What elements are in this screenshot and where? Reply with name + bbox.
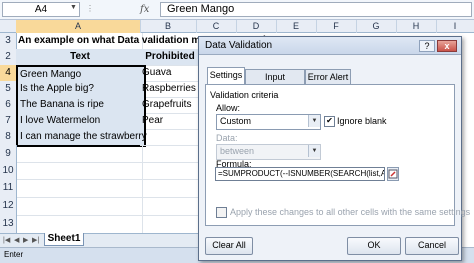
row-header-4[interactable]: 4 bbox=[0, 65, 17, 82]
cell-b4[interactable]: Guava bbox=[140, 65, 199, 82]
ignore-blank-label: Ignore blank bbox=[337, 116, 387, 126]
row-header-6[interactable]: 6 bbox=[0, 97, 17, 114]
previous-sheet-icon[interactable]: ◀ bbox=[14, 236, 19, 244]
cell-a7[interactable]: I love Watermelon bbox=[16, 113, 146, 130]
row-header-9[interactable]: 9 bbox=[0, 145, 17, 163]
cell-b13[interactable] bbox=[140, 215, 199, 234]
text-column-header[interactable]: Text bbox=[16, 49, 143, 66]
sheet-tab-sheet1[interactable]: Sheet1 bbox=[44, 233, 84, 246]
chevron-down-icon[interactable]: ▼ bbox=[308, 115, 320, 127]
row-header-5[interactable]: 5 bbox=[0, 81, 17, 98]
cell-b9[interactable] bbox=[140, 145, 199, 163]
cell-a9[interactable] bbox=[16, 145, 143, 163]
cancel-button[interactable]: Cancel bbox=[405, 237, 459, 255]
tab-error-alert[interactable]: Error Alert bbox=[305, 69, 351, 85]
data-validation-dialog: Data Validation ? x Settings Input Messa… bbox=[198, 36, 470, 261]
formula-input[interactable]: Green Mango bbox=[160, 2, 472, 17]
ignore-blank-checkbox[interactable]: ✔ bbox=[324, 116, 335, 127]
apply-all-label: Apply these changes to all other cells w… bbox=[230, 207, 471, 217]
dialog-title: Data Validation bbox=[205, 40, 273, 51]
column-header-h[interactable]: H bbox=[396, 20, 437, 33]
data-select[interactable]: between ▼ bbox=[216, 144, 321, 160]
status-mode: Enter bbox=[4, 250, 24, 259]
data-select-value: between bbox=[220, 146, 255, 156]
sheet-tab-bar: |◀ ◀ ▶ ▶| bbox=[0, 233, 200, 247]
sheet-title-cell[interactable]: An example on what Data validation must … bbox=[16, 33, 272, 50]
column-header-d[interactable]: D bbox=[236, 20, 277, 33]
cell-b12[interactable] bbox=[140, 197, 199, 216]
row-header-8[interactable]: 8 bbox=[0, 129, 17, 146]
row-header-12[interactable]: 12 bbox=[0, 197, 17, 216]
range-select-icon[interactable] bbox=[387, 167, 399, 181]
allow-select-value: Custom bbox=[220, 116, 252, 126]
column-header-e[interactable]: E bbox=[276, 20, 317, 33]
cell-a10[interactable] bbox=[16, 162, 143, 180]
name-box[interactable]: A4 bbox=[2, 2, 80, 17]
column-headers: A B C D E F G H I bbox=[0, 20, 474, 33]
last-sheet-icon[interactable]: ▶| bbox=[32, 236, 39, 244]
insert-function-icon[interactable]: fx bbox=[140, 2, 149, 17]
row-header-2[interactable]: 2 bbox=[0, 49, 17, 66]
clear-all-button[interactable]: Clear All bbox=[205, 237, 253, 255]
row-header-3[interactable]: 3 bbox=[0, 33, 17, 50]
cell-a5[interactable]: Is the Apple big? bbox=[16, 81, 146, 98]
column-header-c[interactable]: C bbox=[196, 20, 237, 33]
row-header-7[interactable]: 7 bbox=[0, 113, 17, 130]
cell-a12[interactable] bbox=[16, 197, 143, 216]
first-sheet-icon[interactable]: |◀ bbox=[3, 236, 10, 244]
close-icon[interactable]: x bbox=[437, 40, 457, 52]
chevron-down-icon[interactable]: ▼ bbox=[308, 145, 320, 157]
cell-b6[interactable]: Grapefruits bbox=[140, 97, 199, 114]
row-header-11[interactable]: 11 bbox=[0, 179, 17, 198]
validation-criteria-heading: Validation criteria bbox=[210, 90, 279, 100]
data-label: Data: bbox=[216, 133, 238, 143]
column-header-f[interactable]: F bbox=[316, 20, 357, 33]
prohibited-column-header[interactable]: Prohibited bbox=[140, 49, 199, 66]
cell-b8[interactable] bbox=[140, 129, 199, 146]
column-header-g[interactable]: G bbox=[356, 20, 397, 33]
allow-label: Allow: bbox=[216, 103, 241, 113]
formula-field[interactable]: =SUMPRODUCT(--ISNUMBER(SEARCH(list,A4))) bbox=[215, 167, 385, 181]
column-header-b[interactable]: B bbox=[140, 20, 197, 33]
cell-b7[interactable]: Pear bbox=[140, 113, 199, 130]
cell-b5[interactable]: Raspberries bbox=[140, 81, 199, 98]
cell-b11[interactable] bbox=[140, 179, 199, 198]
ok-button[interactable]: OK bbox=[347, 237, 401, 255]
column-header-a[interactable]: A bbox=[16, 20, 141, 33]
select-all-corner[interactable] bbox=[0, 20, 17, 33]
apply-all-checkbox[interactable] bbox=[216, 207, 227, 218]
help-icon[interactable]: ? bbox=[419, 40, 435, 52]
tab-input-message[interactable]: Input Message bbox=[245, 69, 305, 96]
chevron-down-icon[interactable]: ▼ bbox=[70, 4, 77, 11]
cell-a11[interactable] bbox=[16, 179, 143, 198]
cell-a13[interactable] bbox=[16, 215, 143, 234]
cell-a6[interactable]: The Banana is ripe bbox=[16, 97, 146, 114]
row-header-13[interactable]: 13 bbox=[0, 215, 17, 234]
row-header-10[interactable]: 10 bbox=[0, 162, 17, 180]
next-sheet-icon[interactable]: ▶ bbox=[23, 236, 28, 244]
settings-panel: Validation criteria Allow: Custom ▼ ✔ Ig… bbox=[205, 84, 470, 226]
allow-select[interactable]: Custom ▼ bbox=[216, 114, 321, 130]
column-header-i[interactable]: I bbox=[436, 20, 474, 33]
cell-b10[interactable] bbox=[140, 162, 199, 180]
